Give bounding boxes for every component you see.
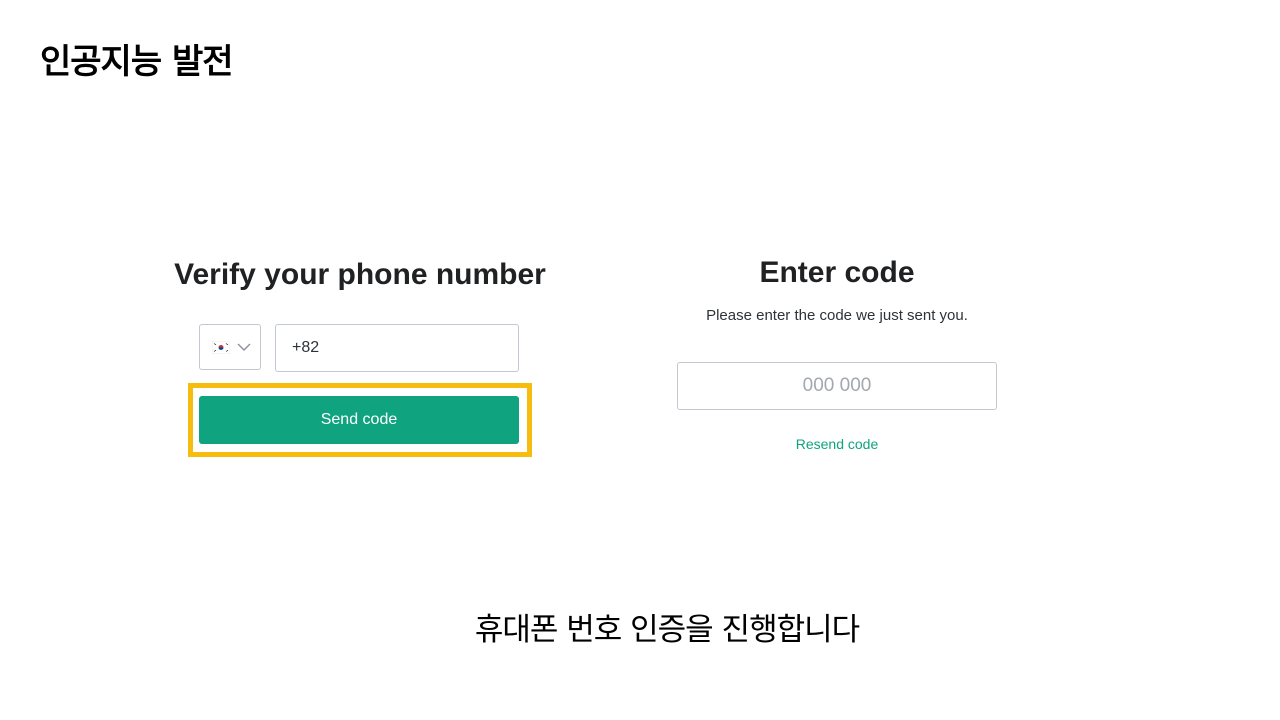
code-instructions: Please enter the code we just sent you.: [706, 307, 968, 324]
slide-caption: 휴대폰 번호 인증을 진행합니다: [474, 612, 860, 648]
verification-code-input[interactable]: [677, 362, 997, 410]
phone-number-input[interactable]: [275, 324, 519, 372]
send-code-button[interactable]: Send code: [199, 396, 519, 444]
chevron-down-icon: [237, 343, 251, 351]
resend-code-link[interactable]: Resend code: [637, 436, 1037, 452]
verify-heading: Verify your phone number: [174, 258, 546, 291]
code-heading: Enter code: [759, 256, 915, 289]
south-korea-flag-icon: [212, 341, 230, 354]
country-code-select[interactable]: [199, 324, 261, 370]
slide-title: 인공지능 발전: [40, 42, 234, 82]
